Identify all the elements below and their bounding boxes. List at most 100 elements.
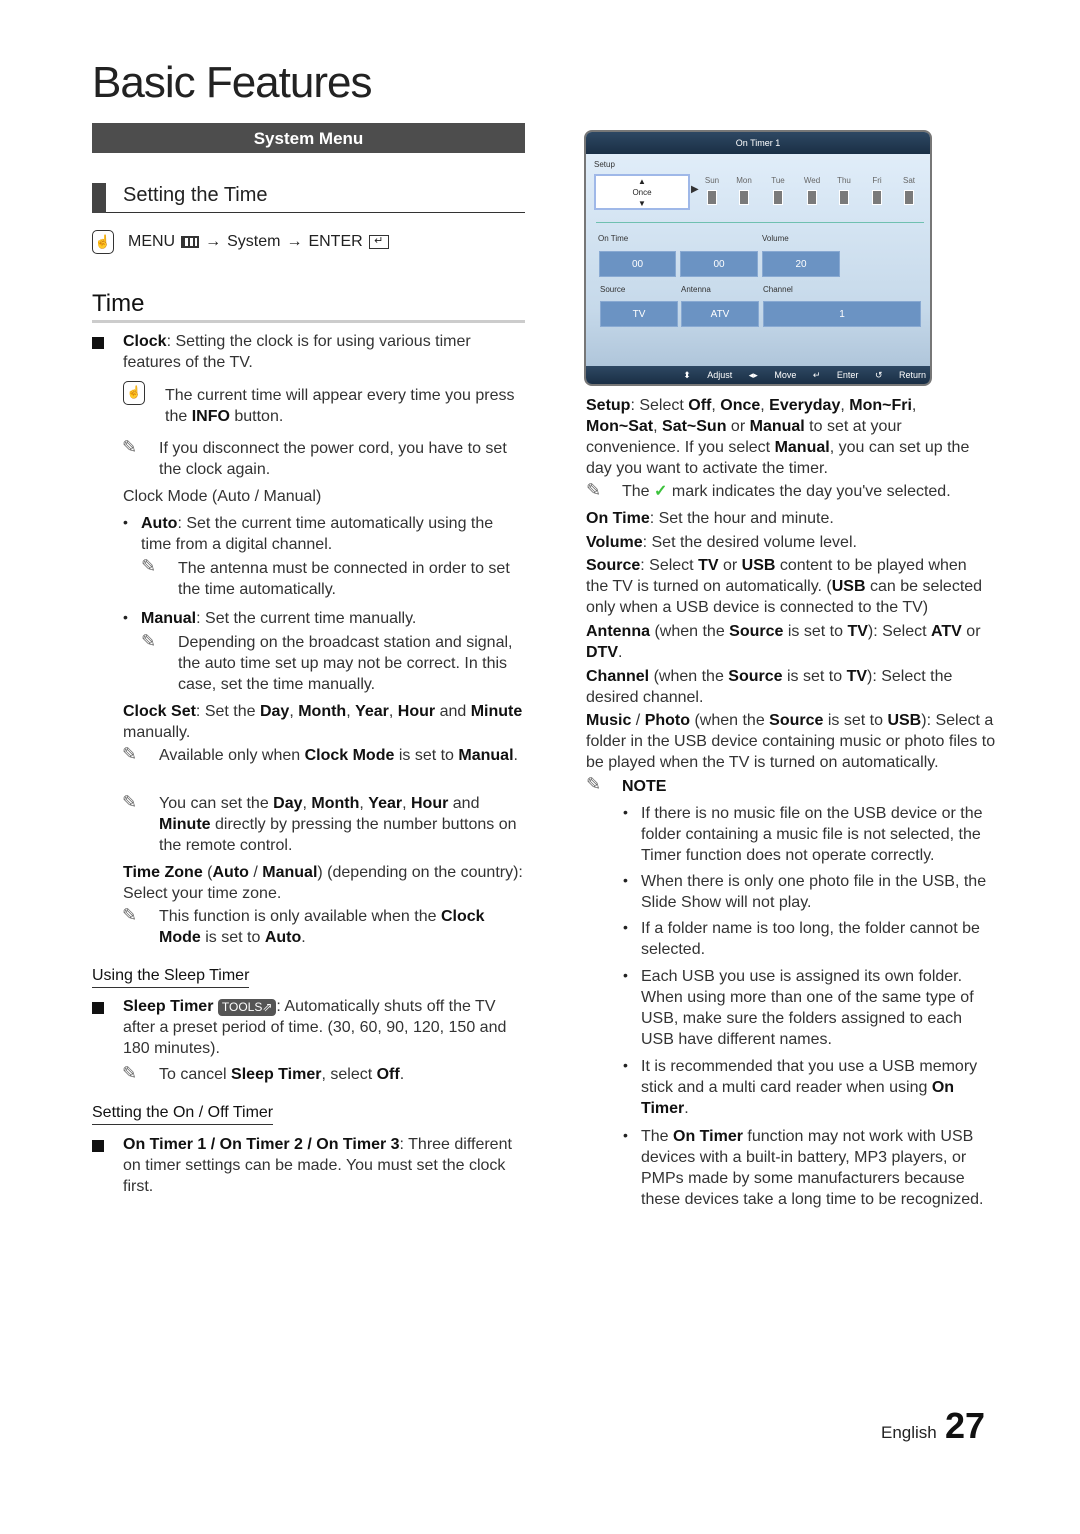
onoff-heading: Setting the On / Off Timer [92,1104,274,1125]
note-pencil-icon: ✎ [586,480,602,500]
hand-icon: ☝ [123,381,145,405]
note-pencil-icon: ✎ [141,631,157,651]
bullet-dot: • [623,804,628,820]
tv-hour-field[interactable]: 00 [599,251,676,277]
clock-set-note-2: You can set the Day, Month, Year, Hour a… [159,795,517,854]
tv-setup-selector[interactable]: ▲ Once ▼ [594,174,690,210]
system-label: System [227,233,281,250]
bullet-dot: • [623,1127,628,1143]
note-pencil-icon: ✎ [586,774,602,794]
tv-day-checkbox[interactable] [739,190,749,205]
tv-day-label: Sun [704,176,720,185]
tv-source-field[interactable]: TV [600,301,678,327]
tv-day-label: Fri [872,176,882,185]
tv-day-label: Wed [803,176,821,185]
note-item: Each USB you use is assigned its own fol… [641,968,974,1048]
bullet-square [92,1002,104,1014]
sleep-heading: Using the Sleep Timer [92,967,250,988]
source-desc: Source: Select TV or USB content to be p… [586,557,983,616]
tv-on-timer-screen: On Timer 1 Setup ▲ Once ▼ ▶ On Time Volu… [584,130,932,386]
tv-channel-label: Channel [763,285,793,294]
auto-item: Auto: Set the current time automatically… [141,515,494,553]
hand-icon: ☝ [92,230,114,254]
bullet-dot: • [623,919,628,935]
manual-item: Manual: Set the current time manually. [141,610,417,627]
up-arrow-icon: ▲ [638,177,646,186]
note-item: When there is only one photo file in the… [641,873,987,911]
tv-day-checkbox[interactable] [807,190,817,205]
tv-day-checkbox[interactable] [904,190,914,205]
note-pencil-icon: ✎ [122,792,138,812]
tools-button-icon: TOOLS⇗ [217,999,277,1016]
setting-heading-text: Setting the Time [123,184,268,206]
tv-channel-field[interactable]: 1 [763,301,921,327]
bullet-dot: • [123,609,128,625]
tv-minute-field[interactable]: 00 [680,251,758,277]
bullet-dot: • [623,872,628,888]
note-pencil-icon: ✎ [141,556,157,576]
tv-source-label: Source [600,285,626,294]
on-time-desc: On Time: Set the hour and minute. [586,510,834,527]
menu-path: ☝ MENU → System → ENTER ↵ [92,230,389,254]
setting-heading: Setting the Time [92,183,525,213]
right-arrow-icon: ▶ [691,184,699,195]
check-icon: ✓ [654,483,668,500]
adjust-hint: ⬍ Adjust [683,370,733,380]
bullet-square [92,337,104,349]
tv-day-label: Mon [736,176,752,185]
tv-setup-label: Setup [594,160,615,169]
time-heading: Time [92,290,525,323]
clock-item: Clock: Setting the clock is for using va… [123,333,471,371]
bullet-dot: • [123,514,128,530]
bullet-dot: • [623,1057,628,1073]
enter-label: ENTER [308,233,363,250]
arrow: → [286,233,303,250]
note-pencil-icon: ✎ [122,437,138,457]
section-bar: System Menu [92,123,525,153]
auto-note: The antenna must be connected in order t… [178,560,510,598]
sleep-note: To cancel Sleep Timer, select Off. [159,1066,405,1083]
note-pencil-icon: ✎ [122,744,138,764]
tv-day-checkbox[interactable] [773,190,783,205]
clock-set-item: Clock Set: Set the Day, Month, Year, Hou… [123,703,523,741]
antenna-desc: Antenna (when the Source is set to TV): … [586,623,981,661]
note-label: NOTE [622,778,667,795]
clock-mode-heading: Clock Mode (Auto / Manual) [123,488,322,505]
clock-set-note-1: Available only when Clock Mode is set to… [159,747,518,764]
tv-volume-field[interactable]: 20 [762,251,840,277]
tv-title: On Timer 1 [586,132,930,154]
note-item: If a folder name is too long, the folder… [641,920,980,958]
tv-day-label: Thu [837,176,851,185]
menu-icon [181,236,200,248]
bullet-dot: • [623,967,628,983]
tv-antenna-label: Antenna [681,285,711,294]
tv-antenna-field[interactable]: ATV [681,301,759,327]
tv-day-checkbox[interactable] [839,190,849,205]
note-pencil-icon: ✎ [122,1063,138,1083]
footer-language: English [881,1423,937,1442]
menu-label: MENU [128,233,176,250]
page-title: Basic Features [92,58,372,107]
note-item: If there is no music file on the USB dev… [641,805,983,864]
check-note: The ✓ mark indicates the day you've sele… [622,483,951,500]
down-arrow-icon: ▼ [638,199,646,208]
note-item: The On Timer function may not work with … [641,1128,984,1208]
music-photo-desc: Music / Photo (when the Source is set to… [586,712,996,771]
volume-desc: Volume: Set the desired volume level. [586,534,857,551]
tv-day-label: Sat [902,176,915,185]
tv-day-label: Tue [771,176,785,185]
tv-day-checkbox[interactable] [872,190,882,205]
sleep-timer-item: Sleep Timer TOOLS⇗: Automatically shuts … [123,998,507,1057]
time-zone-note: This function is only available when the… [159,908,485,946]
tv-day-checkbox[interactable] [707,190,717,205]
enter-icon: ↵ [368,235,389,249]
arrow: → [205,233,222,250]
tv-setup-value: Once [632,188,652,197]
power-note: If you disconnect the power cord, you ha… [159,440,507,478]
manual-note: Depending on the broadcast station and s… [178,634,513,693]
note-pencil-icon: ✎ [122,905,138,925]
info-note: The current time will appear every time … [165,387,515,425]
enter-hint: ↵ Enter [812,370,859,380]
channel-desc: Channel (when the Source is set to TV): … [586,668,953,706]
on-timer-item: On Timer 1 / On Timer 2 / On Timer 3: Th… [123,1136,512,1195]
